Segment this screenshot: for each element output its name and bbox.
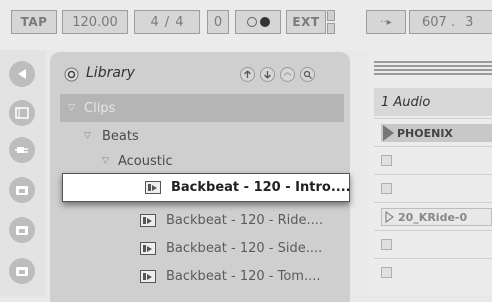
audio-clip-icon [145,181,161,194]
tree-folder-label: Beats [102,128,139,144]
tree-file-label: Backbeat - 120 - Tom.... [166,268,321,284]
metronome-right-icon [259,17,270,27]
clip-slot[interactable] [374,174,492,202]
expand-triangle-icon: ▽ [68,103,75,113]
stop-icon [381,155,392,166]
search-button[interactable] [300,67,315,82]
audio-clip-icon [140,269,156,283]
tempo-field[interactable]: 120.00 [62,10,128,34]
folder-icon [16,186,28,195]
play-outline-icon [385,211,394,223]
stop-icon [381,183,392,194]
search-icon [303,70,312,79]
audio-clip-icon [140,241,156,255]
parent-folder-button[interactable] [240,67,255,82]
tree-folder-clips[interactable]: ▽ Clips [60,94,344,122]
library-header: Library [50,52,350,92]
time-signature-denominator: 4 [175,14,184,30]
follow-arrow-icon: ··▸ [380,16,392,28]
clip[interactable]: PHOENIX [381,124,492,142]
headphones-icon [284,72,291,77]
arrow-down-icon [264,71,271,79]
arrangement-position-field[interactable]: 607 . 3 [409,10,492,34]
stop-icon [381,239,392,250]
tree-file-row[interactable]: Backbeat - 120 - Ride.... [60,206,344,234]
hide-browser-button[interactable] [9,61,35,87]
play-icon [383,125,394,141]
dragged-clip-label: Backbeat - 120 - Intro.... [171,180,351,195]
film-icon [15,107,29,119]
clip-name: 20_KRide-0 [398,210,468,224]
arrow-up-icon [244,70,251,78]
folder-icon [16,226,28,235]
tree-folder-beats[interactable]: ▽ Beats [60,122,344,150]
metronome-toggle[interactable] [235,10,281,34]
tree-file-row[interactable]: Backbeat - 120 - Tom.... [60,262,344,290]
tree-folder-acoustic[interactable]: ▽ Acoustic [60,150,344,172]
tree-file-label: Backbeat - 120 - Ride.... [166,212,324,228]
dragged-clip-item[interactable]: Backbeat - 120 - Intro.... [62,173,351,202]
stop-icon [381,267,392,278]
control-bar: TAP 120.00 4 / 4 0 EXT ··▸ 607 . 3 [0,0,492,50]
tree-folder-label: Acoustic [118,153,173,169]
library-title: Library [86,65,135,81]
clip-slot[interactable]: PHOENIX [374,118,492,146]
clip-slot[interactable]: 20_KRide-0 [374,202,492,230]
clips-place-button[interactable] [9,100,35,126]
arrangement-position-tail: 3 [465,14,474,30]
track-title[interactable]: 1 Audio [374,88,492,116]
browser-places-column [0,50,46,296]
follow-arrow-button[interactable]: ··▸ [366,10,406,34]
library-icon [64,67,79,82]
folder-icon [16,267,28,276]
plug-icon [15,147,28,153]
folder-place-button-1[interactable] [9,177,35,203]
groove-nudge-field[interactable]: 0 [207,10,229,34]
folder-place-button-2[interactable] [9,217,35,243]
ext-sync-button[interactable]: EXT [286,10,326,34]
save-to-folder-button[interactable] [260,67,275,82]
metronome-left-icon [246,17,257,27]
tree-folder-label: Clips [84,100,116,116]
preview-button[interactable] [280,67,295,82]
expand-triangle-icon: ▽ [102,156,109,166]
clip-name: PHOENIX [397,126,453,140]
time-signature-numerator: 4 [150,14,159,30]
time-signature-field[interactable]: 4 / 4 [134,10,200,34]
tree-file-label: Backbeat - 120 - Side.... [166,240,323,256]
session-view: 1 Audio PHOENIX 20_KRide-0 [368,50,492,296]
arrangement-position-value: 607 . [422,14,456,30]
ext-sync-indicators [327,10,335,34]
expand-triangle-icon: ▽ [84,131,91,141]
tap-button[interactable]: TAP [11,10,57,34]
plugins-place-button[interactable] [9,137,35,163]
triangle-left-icon [18,69,26,79]
clip-slot[interactable] [374,230,492,258]
audio-clip-icon [140,213,156,227]
tree-file-row[interactable]: Backbeat - 120 - Side.... [60,234,344,262]
clip-slot[interactable] [374,146,492,174]
clip-slot[interactable] [374,258,492,286]
folder-place-button-3[interactable] [9,258,35,284]
track-header-lines [374,61,492,77]
clip[interactable]: 20_KRide-0 [381,208,492,226]
time-signature-separator: / [164,14,170,30]
